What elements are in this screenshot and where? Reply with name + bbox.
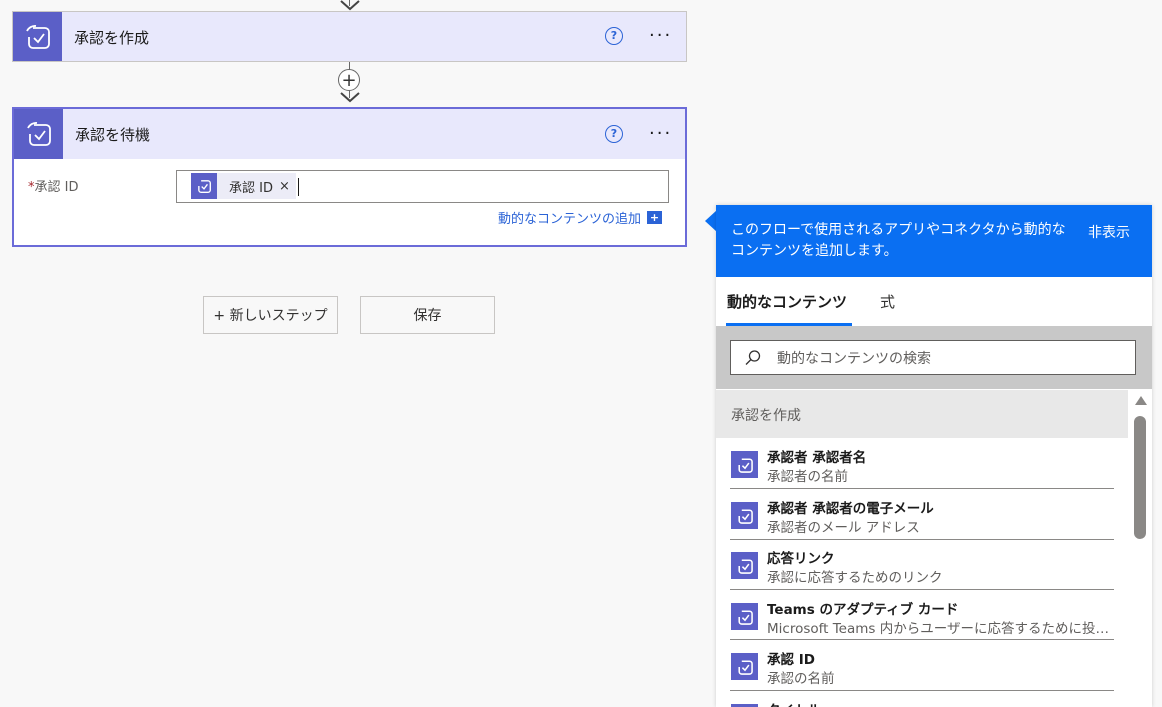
approval-item-icon — [731, 653, 758, 680]
panel-hide-button[interactable]: 非表示 — [1088, 222, 1130, 242]
approval-id-label-text: 承認 ID — [34, 180, 79, 195]
item-desc: Microsoft Teams 内からユーザーに応答するために投稿... — [767, 621, 1114, 637]
item-separator — [730, 639, 1114, 640]
item-title: 応答リンク — [767, 551, 835, 567]
approval-id-field-label: *承認 ID — [28, 176, 78, 195]
panel-header-text: このフローで使用されるアプリやコネクタから動的なコンテンツを追加します。 — [731, 222, 1066, 259]
item-separator — [730, 488, 1114, 489]
section-header-create-approval[interactable]: 承認を作成 — [716, 390, 1128, 438]
approval-token-label: 承認 ID — [229, 180, 273, 196]
panel-scrollbar[interactable] — [1129, 390, 1152, 707]
add-dynamic-plus-icon: + — [647, 211, 663, 224]
dynamic-content-panel: このフローで使用されるアプリやコネクタから動的なコンテンツを追加します。 非表示… — [716, 205, 1152, 707]
list-item[interactable]: Teams のアダプティブ カード Microsoft Teams 内からユーザ… — [730, 591, 1114, 641]
add-dynamic-content-link[interactable]: 動的なコンテンツの追加 + — [498, 208, 663, 227]
item-title: 承認者 承認者の電子メール — [767, 501, 934, 517]
wait-approval-card[interactable]: 承認を待機 ? ··· *承認 ID 承認 ID × 動的なコンテンツの追加 + — [12, 107, 687, 247]
create-approval-card[interactable]: 承認を作成 ? ··· — [12, 11, 687, 62]
approval-id-token[interactable]: 承認 ID × — [191, 173, 296, 199]
search-icon — [745, 350, 761, 365]
list-item[interactable]: 承認 ID 承認の名前 — [730, 641, 1114, 691]
approval-item-icon — [731, 603, 758, 630]
item-separator — [730, 690, 1114, 691]
approval-item-icon — [731, 502, 758, 529]
wait-approval-title: 承認を待機 — [75, 126, 151, 144]
panel-header: このフローで使用されるアプリやコネクタから動的なコンテンツを追加します。 非表示 — [716, 205, 1152, 277]
list-item[interactable]: 応答リンク 承認に応答するためのリンク — [730, 540, 1114, 590]
create-approval-more-icon[interactable]: ··· — [649, 27, 672, 45]
list-item[interactable]: 承認者 承認者の電子メール 承認者のメール アドレス — [730, 490, 1114, 540]
list-item[interactable]: 承認者 承認者名 承認者の名前 — [730, 439, 1114, 489]
save-button[interactable]: 保存 — [360, 296, 495, 334]
item-desc: 承認に応答するためのリンク — [767, 570, 943, 586]
scroll-up-arrow-icon[interactable] — [1135, 396, 1147, 405]
section-title: 承認を作成 — [731, 408, 801, 424]
create-approval-card-header[interactable]: 承認を作成 ? ··· — [13, 12, 686, 61]
wait-approval-more-icon[interactable]: ··· — [649, 125, 672, 143]
list-item[interactable]: タイトル — [730, 692, 1114, 707]
text-caret — [298, 178, 299, 196]
search-area — [716, 326, 1152, 389]
approval-id-input[interactable]: 承認 ID × — [176, 170, 669, 203]
item-desc: 承認者のメール アドレス — [767, 520, 920, 536]
item-title: 承認 ID — [767, 652, 815, 668]
add-dynamic-content-text: 動的なコンテンツの追加 — [498, 212, 642, 227]
approval-item-icon — [731, 552, 758, 579]
approval-item-icon — [731, 451, 758, 478]
approval-token-remove-icon[interactable]: × — [279, 179, 290, 194]
tab-expression[interactable]: 式 — [880, 291, 895, 312]
item-title: Teams のアダプティブ カード — [767, 602, 959, 618]
create-approval-help-icon[interactable]: ? — [605, 27, 623, 45]
insert-step-button[interactable]: + — [338, 69, 360, 91]
new-step-button[interactable]: + 新しいステップ — [203, 296, 338, 334]
wait-approval-help-icon[interactable]: ? — [605, 125, 623, 143]
search-input[interactable] — [775, 341, 1129, 376]
search-box[interactable] — [730, 340, 1136, 376]
approval-token-icon — [191, 173, 217, 199]
approval-connector-icon — [13, 12, 62, 61]
item-desc: 承認の名前 — [767, 671, 835, 687]
item-title: タイトル — [767, 699, 821, 707]
wait-approval-card-header[interactable]: 承認を待機 ? ··· — [14, 109, 685, 159]
item-title: 承認者 承認者名 — [767, 450, 867, 466]
create-approval-title: 承認を作成 — [74, 29, 150, 47]
item-desc: 承認者の名前 — [767, 469, 848, 485]
item-separator — [730, 589, 1114, 590]
tab-dynamic-content[interactable]: 動的なコンテンツ — [727, 291, 847, 312]
scroll-thumb[interactable] — [1134, 416, 1146, 539]
connector-arrow-middle — [340, 92, 360, 103]
approval-connector-icon — [14, 109, 63, 159]
